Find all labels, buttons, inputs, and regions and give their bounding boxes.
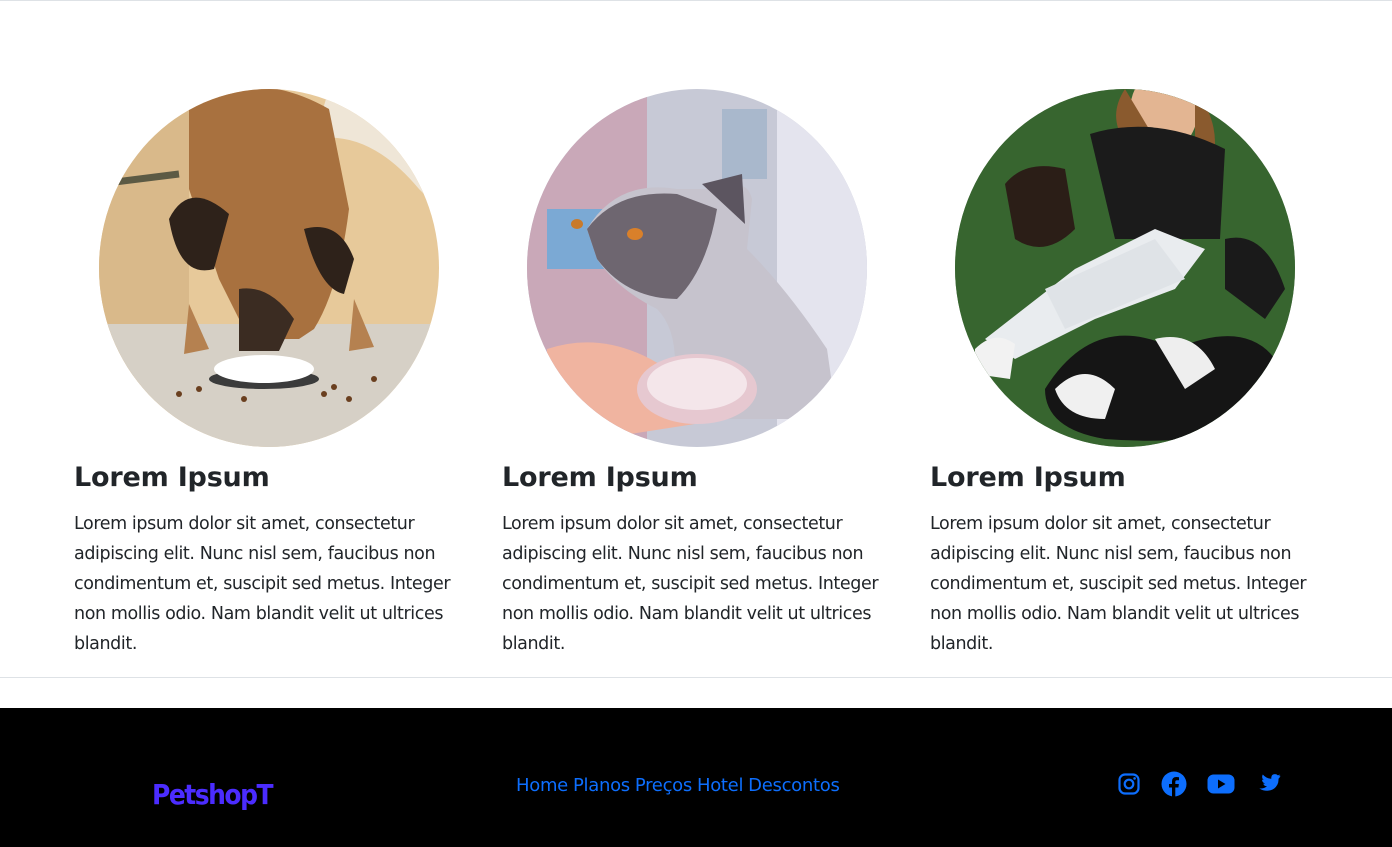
- card-text: Lorem ipsum dolor sit amet, consectetur …: [502, 514, 879, 654]
- card-title: Lorem Ipsum: [74, 462, 270, 493]
- nav-link-precos[interactable]: Preços: [635, 775, 692, 796]
- card-title: Lorem Ipsum: [930, 462, 1126, 493]
- card-text: Lorem ipsum dolor sit amet, consectetur …: [74, 514, 451, 654]
- social-links: [1117, 771, 1281, 797]
- woman-with-dogs-photo: [955, 89, 1295, 447]
- instagram-icon[interactable]: [1117, 772, 1141, 796]
- nav-link-home[interactable]: Home: [516, 775, 568, 796]
- card-text: Lorem ipsum dolor sit amet, consectetur …: [930, 514, 1307, 654]
- cat-bath-photo: [527, 89, 867, 447]
- facebook-icon[interactable]: [1161, 771, 1187, 797]
- site-footer: PetshopT Home Planos Preços Hotel Descon…: [0, 708, 1392, 847]
- nav-link-hotel[interactable]: Hotel: [697, 775, 743, 796]
- section-divider: [0, 677, 1392, 678]
- nav-link-planos[interactable]: Planos: [573, 775, 630, 796]
- service-card-3: Lorem Ipsum Lorem ipsum dolor sit amet, …: [930, 89, 1330, 654]
- twitter-icon[interactable]: [1255, 773, 1281, 795]
- nav-link-descontos[interactable]: Descontos: [748, 775, 840, 796]
- service-card-2: Lorem Ipsum Lorem ipsum dolor sit amet, …: [502, 89, 902, 654]
- brand-logo[interactable]: PetshopT: [152, 779, 274, 811]
- top-divider: [0, 0, 1392, 1]
- card-title: Lorem Ipsum: [502, 462, 698, 493]
- youtube-icon[interactable]: [1207, 773, 1235, 795]
- service-card-1: Lorem Ipsum Lorem ipsum dolor sit amet, …: [74, 89, 474, 654]
- footer-nav: Home Planos Preços Hotel Descontos: [516, 775, 840, 796]
- dog-eating-photo: [99, 89, 439, 447]
